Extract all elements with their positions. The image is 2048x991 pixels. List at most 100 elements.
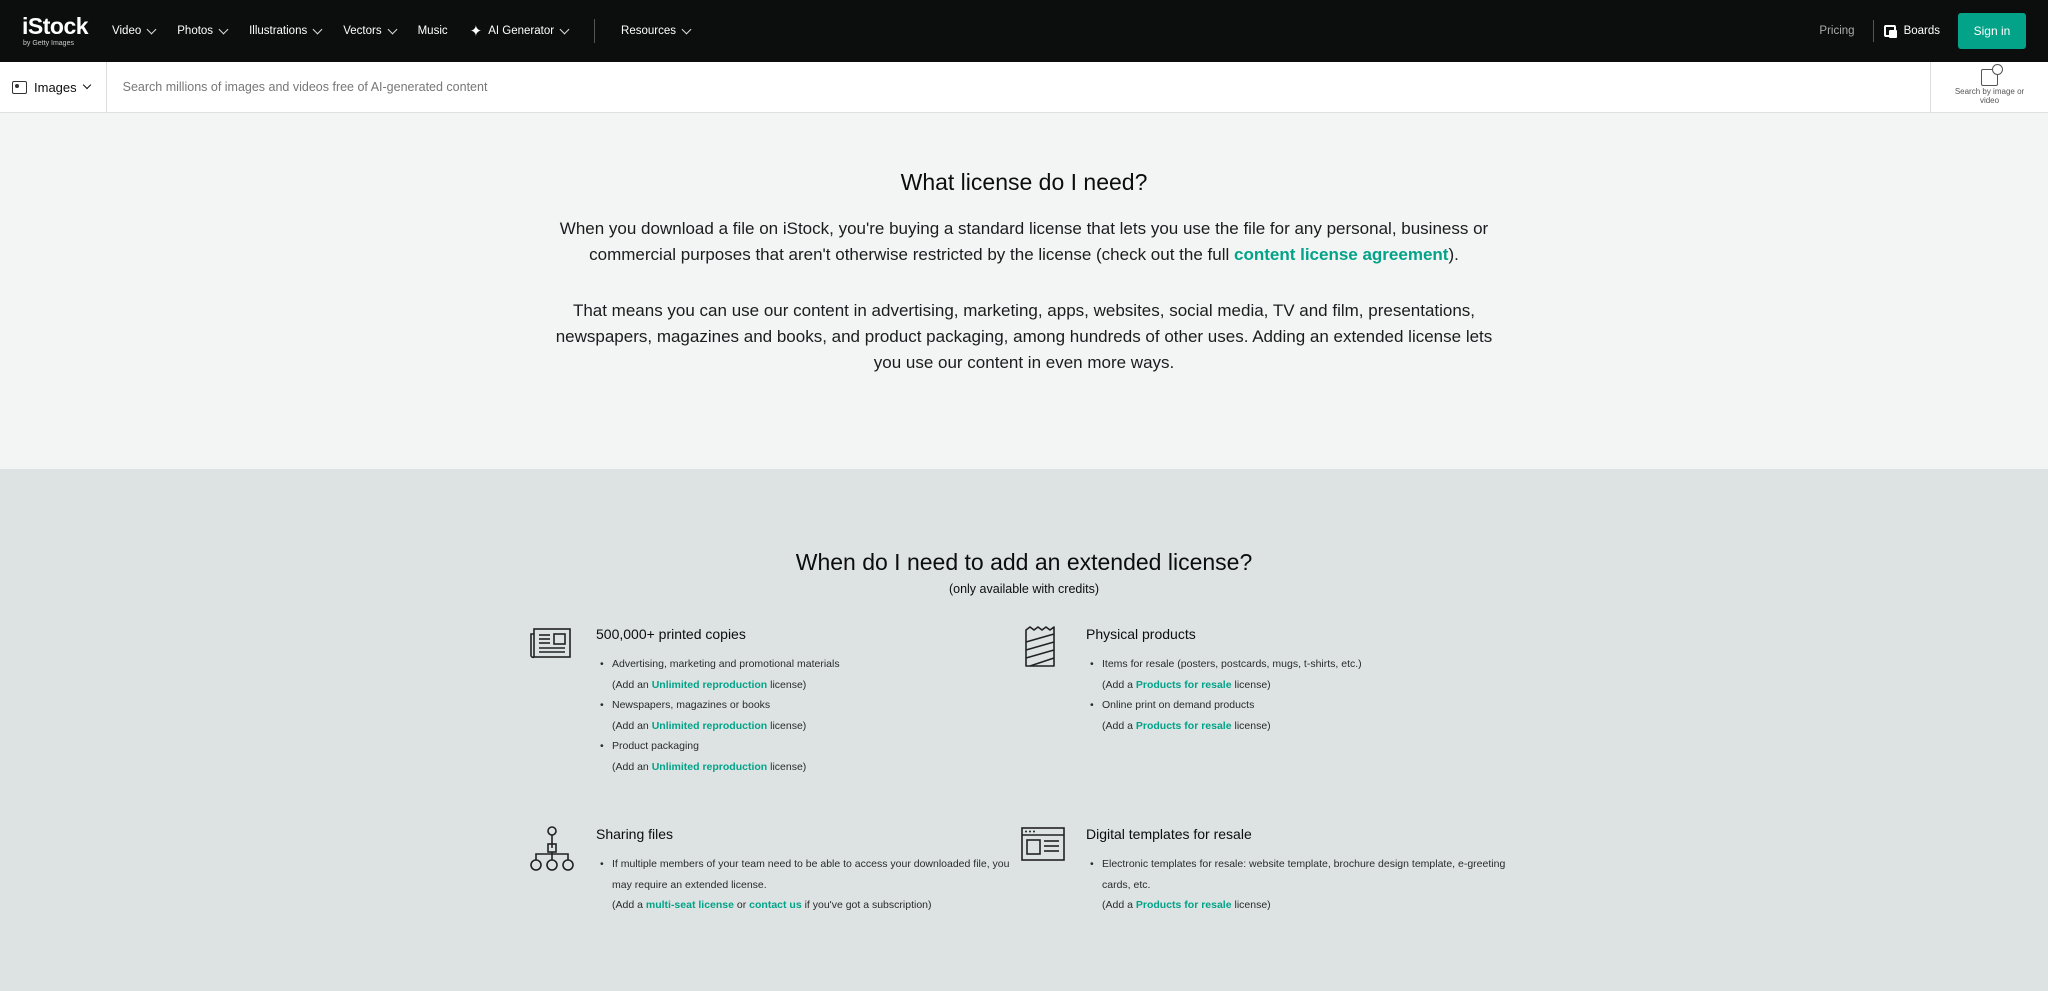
card-title: 500,000+ printed copies	[596, 626, 746, 642]
nav-item-illustrations[interactable]: Illustrations	[249, 24, 323, 37]
license-note: (Add a Products for resale license)	[1086, 716, 1500, 737]
sign-in-button[interactable]: Sign in	[1958, 13, 2026, 49]
note-text: or	[733, 899, 750, 911]
note-text: license)	[767, 719, 807, 732]
team-sharing-icon	[530, 826, 580, 916]
nav-item-label: AI Generator	[488, 25, 555, 37]
digital-templates-card: Digital templates for resale Electronic …	[1020, 826, 1505, 916]
list-item: Advertising, marketing and promotional m…	[596, 654, 1010, 675]
logo-subtext: by Getty Images	[23, 40, 74, 47]
note-text: (Add an	[612, 678, 652, 691]
nav-item-vectors[interactable]: Vectors	[343, 24, 398, 37]
note-text: license)	[767, 760, 807, 773]
license-intro-section: What license do I need? When you downloa…	[0, 113, 2048, 469]
nav-right: Pricing Boards Sign in	[1819, 13, 2026, 49]
chevron-down-icon	[681, 24, 692, 34]
note-text: license)	[1231, 678, 1271, 691]
note-text: license)	[767, 678, 807, 691]
unlimited-reproduction-link[interactable]: Unlimited reproduction	[652, 679, 768, 691]
visual-search-button[interactable]: Search by image or video	[1930, 62, 2048, 112]
license-note: (Add a multi-seat license or contact us …	[596, 895, 1016, 916]
chevron-down-icon	[146, 24, 157, 34]
note-text: (Add an	[612, 760, 652, 773]
note-text: license)	[1231, 719, 1271, 732]
card-title: Sharing files	[596, 826, 674, 842]
note-text: (Add an	[612, 719, 652, 732]
nav-item-label: Photos	[177, 25, 214, 37]
nav-divider	[594, 19, 596, 43]
sparkle-icon: ✦	[469, 23, 483, 40]
note-text: (Add a	[612, 899, 646, 911]
pricing-link[interactable]: Pricing	[1819, 25, 1854, 37]
chevron-down-icon	[312, 24, 323, 34]
logo-text: iStock	[22, 13, 89, 39]
license-note: (Add a Products for resale license)	[1086, 675, 1500, 696]
physical-products-card: Physical products Items for resale (post…	[1020, 626, 1500, 736]
paragraph-text: ).	[1448, 245, 1459, 264]
search-type-dropdown[interactable]: Images	[0, 62, 107, 112]
license-note: (Add an Unlimited reproduction license)	[596, 757, 1010, 778]
content-license-agreement-link[interactable]: content license agreement	[1234, 245, 1448, 264]
license-note: (Add an Unlimited reproduction license)	[596, 675, 1010, 696]
section-subtitle: (only available with credits)	[948, 582, 1100, 596]
unlimited-reproduction-link[interactable]: Unlimited reproduction	[652, 720, 768, 732]
istock-logo[interactable]: iStock by Getty Images	[22, 13, 89, 48]
search-input[interactable]	[106, 62, 1930, 112]
visual-search-label: Search by image or video	[1954, 86, 2025, 105]
search-bar: Images Search by image or video	[0, 62, 2048, 113]
nav-divider	[1872, 20, 1874, 42]
list-item: Items for resale (posters, postcards, mu…	[1086, 654, 1500, 675]
chevron-down-icon	[82, 80, 91, 90]
nav-item-label: Resources	[621, 25, 677, 37]
sharing-files-card: Sharing files If multiple members of you…	[530, 826, 1010, 916]
nav-item-label: Music	[417, 25, 448, 37]
nav-item-photos[interactable]: Photos	[177, 24, 229, 37]
multi-seat-license-link[interactable]: multi-seat license	[646, 899, 734, 911]
unlimited-reproduction-link[interactable]: Unlimited reproduction	[652, 761, 768, 773]
uses-paragraph: That means you can use our content in ad…	[555, 301, 1493, 372]
nav-item-label: Vectors	[343, 25, 382, 37]
note-text: license)	[1231, 899, 1271, 911]
search-type-label: Images	[34, 79, 77, 95]
boards-label: Boards	[1903, 25, 1940, 37]
note-text: (Add a	[1102, 678, 1136, 691]
nav-menu: Video Photos Illustrations Vectors Music…	[112, 19, 692, 43]
nav-item-label: Illustrations	[249, 25, 308, 37]
list-item: If multiple members of your team need to…	[596, 854, 1016, 895]
boards-icon	[1883, 25, 1897, 38]
printed-copies-card: 500,000+ printed copies Advertising, mar…	[530, 626, 1010, 777]
nav-item-resources[interactable]: Resources	[621, 24, 692, 37]
product-tag-icon	[1020, 626, 1070, 736]
list-item: Electronic templates for resale: website…	[1086, 854, 1506, 895]
products-for-resale-link[interactable]: Products for resale	[1136, 720, 1232, 732]
chevron-down-icon	[559, 24, 570, 34]
browser-template-icon	[1020, 826, 1070, 916]
section-title: What license do I need?	[900, 169, 1148, 195]
note-text: if you've got a subscription)	[801, 899, 932, 911]
nav-item-label: Video	[112, 25, 142, 37]
nav-item-video[interactable]: Video	[112, 24, 157, 37]
newspaper-icon	[530, 626, 580, 777]
extended-license-section: When do I need to add an extended licens…	[0, 469, 2048, 991]
list-item: Newspapers, magazines or books	[596, 695, 1010, 716]
products-for-resale-link[interactable]: Products for resale	[1136, 679, 1232, 691]
image-icon	[12, 80, 27, 94]
chevron-down-icon	[387, 24, 398, 34]
card-title: Digital templates for resale	[1086, 826, 1252, 842]
note-text: (Add a	[1102, 899, 1136, 911]
nav-item-ai-generator[interactable]: ✦ AI Generator	[469, 22, 570, 40]
boards-button[interactable]: Boards	[1883, 25, 1940, 38]
chevron-down-icon	[218, 24, 229, 34]
nav-item-music[interactable]: Music	[418, 25, 448, 37]
list-item: Product packaging	[596, 736, 1010, 757]
contact-us-link[interactable]: contact us	[749, 899, 802, 911]
card-title: Physical products	[1086, 626, 1196, 642]
list-item: Online print on demand products	[1086, 695, 1500, 716]
top-nav: iStock by Getty Images Video Photos Illu…	[0, 0, 2048, 62]
note-text: (Add a	[1102, 719, 1136, 732]
image-search-icon	[1981, 63, 2003, 86]
section-title: When do I need to add an extended licens…	[795, 549, 1253, 575]
license-note: (Add a Products for resale license)	[1086, 895, 1506, 916]
products-for-resale-link[interactable]: Products for resale	[1136, 899, 1232, 911]
license-note: (Add an Unlimited reproduction license)	[596, 716, 1010, 737]
